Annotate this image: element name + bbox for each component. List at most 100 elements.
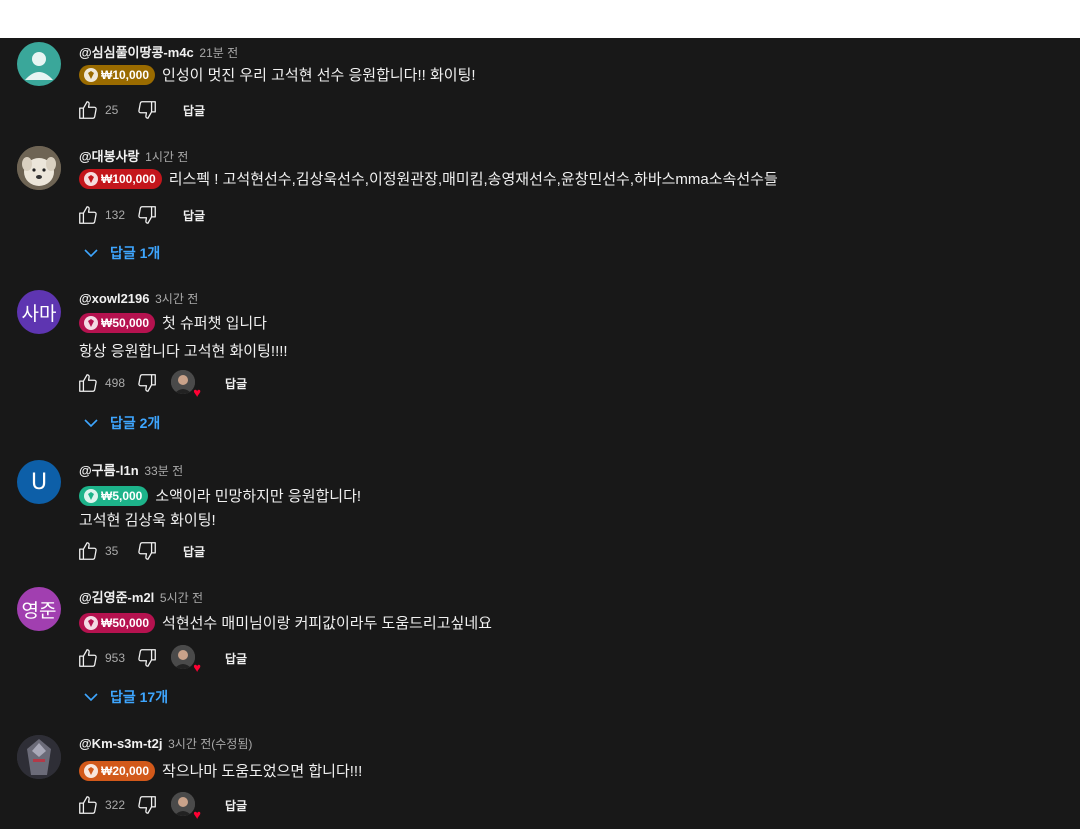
superchat-coin-icon [84, 171, 98, 186]
comment-header: @구름-l1n 33분 전 [79, 460, 183, 479]
heart-icon: ♥ [193, 385, 201, 400]
armor-photo-icon [17, 735, 61, 779]
thumbs-down-icon[interactable] [135, 539, 159, 563]
view-replies-button[interactable]: 답글 1개 [84, 243, 160, 263]
comment-time[interactable]: 3시간 전 [155, 292, 198, 306]
dog-photo-icon [17, 146, 61, 190]
comment-time[interactable]: 21분 전 [199, 46, 238, 60]
avatar-initials: 사마 [21, 302, 57, 325]
creator-avatar [171, 645, 195, 669]
superchat-amount: ₩10,000 [101, 67, 150, 82]
comment-text: 리스펙 ! 고석현선수,김상욱선수,이정원관장,매미킴,송영재선수,윤창민선수,… [168, 171, 778, 188]
chevron-down-icon [84, 415, 98, 431]
view-replies-label: 답글 1개 [110, 245, 161, 261]
thumbs-down-icon[interactable] [135, 646, 159, 670]
superchat-badge: ₩50,000 [79, 312, 156, 333]
comment-thread: @심심풀이땅콩-m4c 21분 전 ₩10,000 인성이 멋진 우리 고석현 … [0, 42, 1080, 132]
avatar[interactable] [17, 42, 61, 86]
comment-text: 석현선수 매미님이랑 커피값이라두 도움드리고싶네요 [162, 615, 492, 632]
like-count: 498 [105, 376, 126, 390]
thumbs-up-icon[interactable] [76, 793, 100, 817]
superchat-badge: ₩20,000 [79, 760, 156, 781]
avatar[interactable] [17, 146, 61, 190]
reply-button[interactable]: 답글 [225, 650, 247, 667]
comment-thread: @Km-s3m-t2j 3시간 전(수정됨) ₩20,000 작으나마 도움도었… [0, 735, 1080, 829]
superchat-amount: ₩100,000 [101, 171, 156, 186]
comment-time[interactable]: 33분 전 [144, 464, 183, 478]
avatar[interactable]: 영준 [17, 587, 61, 631]
author-name[interactable]: @김영준-m2l [79, 590, 154, 605]
thumbs-down-icon[interactable] [135, 98, 159, 122]
like-count: 953 [105, 651, 126, 665]
superchat-coin-icon [84, 315, 98, 330]
superchat-amount: ₩5,000 [101, 488, 143, 503]
creator-avatar [171, 792, 195, 816]
reply-button[interactable]: 답글 [183, 207, 205, 224]
comment-thread: U @구름-l1n 33분 전 ₩5,000 소액이라 민망하지만 응원합니다!… [0, 460, 1080, 570]
reply-button[interactable]: 답글 [225, 797, 247, 814]
comment-header: @Km-s3m-t2j 3시간 전(수정됨) [79, 735, 252, 752]
comment-body: ₩100,000 리스펙 ! 고석현선수,김상욱선수,이정원관장,매미킴,송영재… [79, 168, 778, 189]
comment-body: ₩10,000 인성이 멋진 우리 고석현 선수 응원합니다!! 화이팅! [79, 64, 476, 85]
comment-header: @대봉사랑 1시간 전 [79, 146, 188, 165]
reply-button[interactable]: 답글 [183, 102, 205, 119]
comment-text-line-2: 고석현 김상욱 화이팅! [79, 512, 216, 529]
comment-time[interactable]: 1시간 전 [145, 150, 188, 164]
avatar-initials: 영준 [21, 599, 57, 622]
thumbs-up-icon[interactable] [76, 203, 100, 227]
avatar[interactable]: 사마 [17, 290, 61, 334]
creator-heart-badge: ♥ [171, 370, 201, 399]
view-replies-label: 답글 17개 [110, 689, 169, 705]
comment-header: @심심풀이땅콩-m4c 21분 전 [79, 42, 238, 61]
superchat-badge: ₩5,000 [79, 485, 149, 506]
comment-thread: 사마 @xowl2196 3시간 전 ₩50,000 첫 슈퍼챗 입니다 항상 … [0, 290, 1080, 435]
superchat-badge: ₩100,000 [79, 168, 162, 189]
superchat-coin-icon [84, 763, 98, 778]
superchat-amount: ₩50,000 [101, 615, 150, 630]
like-count: 132 [105, 208, 126, 222]
thumbs-down-icon[interactable] [135, 793, 159, 817]
creator-avatar [171, 370, 195, 394]
author-name[interactable]: @대봉사랑 [79, 149, 140, 164]
like-count: 322 [105, 798, 126, 812]
comment-text: 작으나마 도움도었으면 합니다!!! [162, 763, 363, 780]
view-replies-button[interactable]: 답글 17개 [84, 687, 168, 707]
comment-thread: 영준 @김영준-m2l 5시간 전 ₩50,000 석현선수 매미님이랑 커피값… [0, 587, 1080, 712]
superchat-amount: ₩20,000 [101, 763, 150, 778]
thumbs-up-icon[interactable] [76, 539, 100, 563]
comment-actions: 25 답글 [76, 98, 205, 122]
superchat-badge: ₩10,000 [79, 64, 156, 85]
superchat-badge: ₩50,000 [79, 612, 156, 633]
author-name[interactable]: @xowl2196 [79, 291, 150, 306]
thumbs-up-icon[interactable] [76, 646, 100, 670]
view-replies-button[interactable]: 답글 2개 [84, 413, 160, 433]
default-person-icon [25, 52, 53, 80]
author-name[interactable]: @심심풀이땅콩-m4c [79, 45, 194, 60]
author-name[interactable]: @Km-s3m-t2j [79, 736, 162, 751]
chevron-down-icon [84, 689, 98, 705]
avatar[interactable]: U [17, 460, 61, 504]
superchat-coin-icon [84, 488, 98, 503]
thumbs-down-icon[interactable] [135, 371, 159, 395]
view-replies-label: 답글 2개 [110, 415, 161, 431]
comment-body: ₩20,000 작으나마 도움도었으면 합니다!!! [79, 760, 362, 781]
avatar[interactable] [17, 735, 61, 779]
comment-body: ₩5,000 소액이라 민망하지만 응원합니다! [79, 485, 361, 506]
comment-body: ₩50,000 석현선수 매미님이랑 커피값이라두 도움드리고싶네요 [79, 612, 492, 633]
comment-time[interactable]: 5시간 전 [160, 591, 203, 605]
like-count: 35 [105, 544, 119, 558]
author-name[interactable]: @구름-l1n [79, 463, 139, 478]
comment-text: 인성이 멋진 우리 고석현 선수 응원합니다!! 화이팅! [162, 67, 476, 84]
comment-text-line-2: 항상 응원합니다 고석현 화이팅!!!! [79, 343, 288, 360]
thumbs-up-icon[interactable] [76, 98, 100, 122]
heart-icon: ♥ [193, 807, 201, 822]
reply-button[interactable]: 답글 [183, 543, 205, 560]
thumbs-down-icon[interactable] [135, 203, 159, 227]
avatar-initials: U [30, 469, 48, 495]
comment-time[interactable]: 3시간 전(수정됨) [168, 737, 252, 751]
thumbs-up-icon[interactable] [76, 371, 100, 395]
reply-button[interactable]: 답글 [225, 375, 247, 392]
comment-thread: @대봉사랑 1시간 전 ₩100,000 리스펙 ! 고석현선수,김상욱선수,이… [0, 146, 1080, 271]
creator-heart-badge: ♥ [171, 645, 201, 674]
top-bar [0, 0, 1080, 38]
